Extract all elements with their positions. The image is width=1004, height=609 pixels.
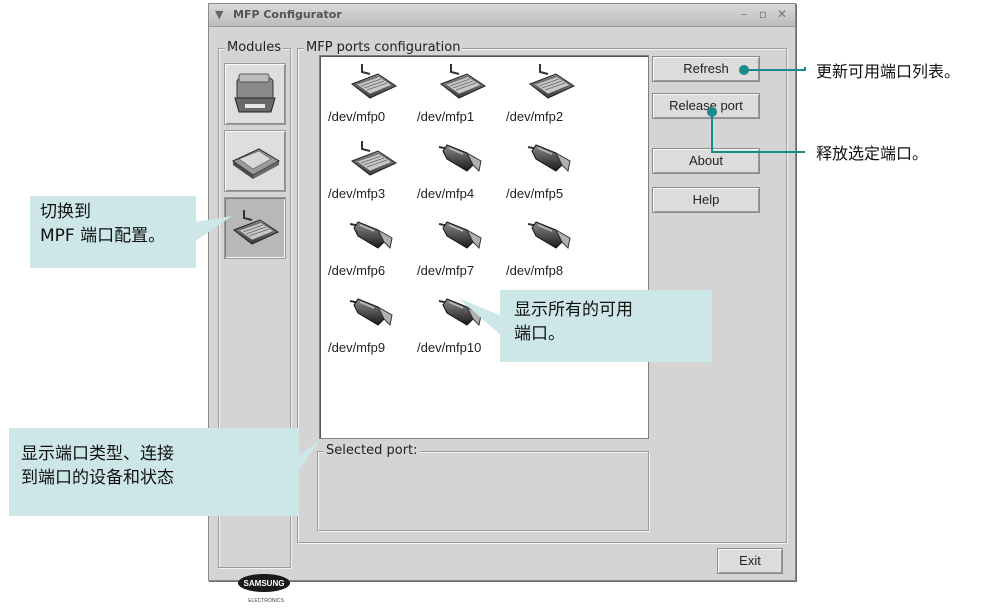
switch-callout-line2: MPF 端口配置。 bbox=[40, 226, 166, 246]
port-info-callout-line1: 显示端口类型、连接 bbox=[21, 444, 174, 464]
refresh-annotation: 更新可用端口列表。 bbox=[816, 62, 961, 81]
ports-callout: 显示所有的可用 端口。 bbox=[500, 290, 712, 362]
port-info-callout-line2: 到端口的设备和状态 bbox=[21, 468, 174, 488]
switch-callout: 切换到 MPF 端口配置。 bbox=[30, 196, 196, 268]
svg-text:ELECTRONICS: ELECTRONICS bbox=[248, 598, 284, 604]
ports-callout-line2: 端口。 bbox=[514, 324, 565, 344]
port-info-callout: 显示端口类型、连接 到端口的设备和状态 bbox=[9, 428, 299, 516]
release-annotation: 释放选定端口。 bbox=[816, 144, 929, 163]
switch-callout-line1: 切换到 bbox=[40, 202, 91, 222]
ports-callout-line1: 显示所有的可用 bbox=[514, 300, 633, 320]
